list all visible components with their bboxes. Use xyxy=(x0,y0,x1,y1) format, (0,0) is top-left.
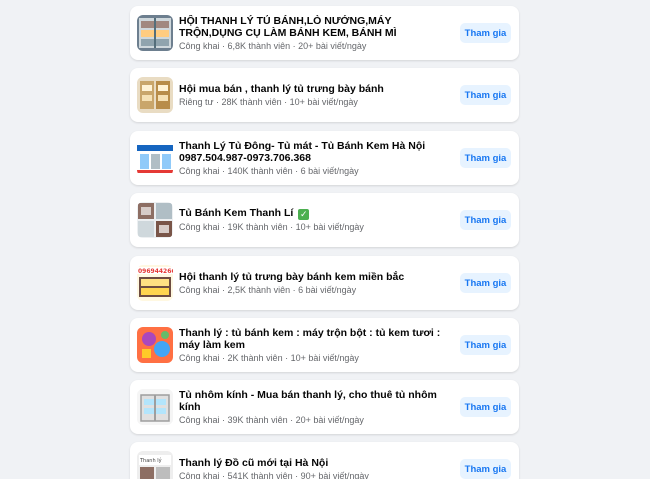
join-group-button[interactable]: Tham gia xyxy=(460,148,511,168)
group-name-text[interactable]: Tủ Bánh Kem Thanh Lí xyxy=(179,207,293,219)
group-meta: Công khai · 19K thành viên · 10+ bài viế… xyxy=(179,221,454,233)
group-info: HỘI THANH LÝ TỦ BÁNH,LÒ NƯỚNG,MÁY TRỘN,D… xyxy=(179,15,454,52)
group-card[interactable]: Tủ nhôm kính - Mua bán thanh lý, cho thu… xyxy=(130,380,519,434)
group-name[interactable]: Hội mua bán , thanh lý tủ trưng bày bánh xyxy=(179,83,454,95)
meta-separator: · xyxy=(219,470,228,479)
group-thumbnail[interactable] xyxy=(137,202,173,238)
group-name-text[interactable]: Thanh lý Đồ cũ mới tại Hà Nội xyxy=(179,457,328,469)
group-activity: 10+ bài viết/ngày xyxy=(289,96,358,107)
group-thumbnail[interactable]: 096944266 xyxy=(137,265,173,301)
group-members: 39K thành viên xyxy=(227,414,288,425)
meta-separator: · xyxy=(219,165,228,176)
group-privacy: Công khai xyxy=(179,222,220,232)
join-group-button[interactable]: Tham gia xyxy=(460,273,511,293)
group-name[interactable]: Thanh lý Đồ cũ mới tại Hà Nội xyxy=(179,457,454,469)
meta-separator: · xyxy=(219,222,228,232)
meta-separator: · xyxy=(292,165,301,176)
group-info: Hội thanh lý tủ trưng bày bánh kem miền … xyxy=(179,271,454,296)
group-info: Thanh Lý Tủ Đông- Tủ mát - Tủ Bánh Kem H… xyxy=(179,140,454,177)
group-activity: 6 bài viết/ngày xyxy=(298,284,357,295)
group-thumbnail[interactable] xyxy=(137,140,173,176)
meta-separator: · xyxy=(290,40,299,51)
join-group-button[interactable]: Tham gia xyxy=(460,459,511,479)
meta-separator: · xyxy=(282,352,291,363)
group-card[interactable]: 096944266 Hội thanh lý tủ trưng bày bánh … xyxy=(130,256,519,310)
group-name[interactable]: Tủ Bánh Kem Thanh Lí ✓ xyxy=(179,207,454,220)
group-name-text[interactable]: Thanh lý : tủ bánh kem : máy trộn bột : … xyxy=(179,327,440,351)
group-activity: 20+ bài viết/ngày xyxy=(298,40,367,51)
group-card[interactable]: Tủ Bánh Kem Thanh Lí ✓ Công khai · 19K th… xyxy=(130,193,519,247)
group-name-text[interactable]: Thanh Lý Tủ Đông- Tủ mát - Tủ Bánh Kem H… xyxy=(179,140,425,164)
check-mark-icon: ✓ xyxy=(298,209,310,220)
group-meta: Công khai · 140K thành viên · 6 bài viết… xyxy=(179,165,454,177)
join-group-button[interactable]: Tham gia xyxy=(460,335,511,355)
group-members: 28K thành viên xyxy=(221,96,282,107)
group-info: Thanh lý : tủ bánh kem : máy trộn bột : … xyxy=(179,327,454,364)
group-card[interactable]: Thanh lý : tủ bánh kem : máy trộn bột : … xyxy=(130,318,519,372)
group-privacy: Riêng tư xyxy=(179,96,214,107)
group-name-text[interactable]: Hội thanh lý tủ trưng bày bánh kem miền … xyxy=(179,271,404,283)
group-name[interactable]: Hội thanh lý tủ trưng bày bánh kem miền … xyxy=(179,271,454,283)
meta-separator: · xyxy=(213,96,222,107)
group-activity: 10+ bài viết/ngày xyxy=(290,352,359,363)
meta-separator: · xyxy=(287,414,296,425)
group-meta: Công khai · 541K thành viên · 90+ bài vi… xyxy=(179,470,454,479)
group-members: 6,8K thành viên xyxy=(227,40,291,51)
group-thumbnail[interactable] xyxy=(137,327,173,363)
group-meta: Riêng tư · 28K thành viên · 10+ bài viết… xyxy=(179,96,454,108)
group-info: Thanh lý Đồ cũ mới tại Hà Nội Công khai ·… xyxy=(179,457,454,479)
group-thumbnail[interactable] xyxy=(137,389,173,425)
group-card[interactable]: Thanh Lý Tủ Đông- Tủ mát - Tủ Bánh Kem H… xyxy=(130,131,519,185)
meta-separator: · xyxy=(290,284,299,295)
group-members: 19K thành viên xyxy=(227,222,288,232)
group-card[interactable]: HỘI THANH LÝ TỦ BÁNH,LÒ NƯỚNG,MÁY TRỘN,D… xyxy=(130,6,519,60)
group-activity: 6 bài viết/ngày xyxy=(300,165,359,176)
meta-separator: · xyxy=(219,352,228,363)
group-thumbnail[interactable] xyxy=(137,15,173,51)
group-info: Tủ nhôm kính - Mua bán thanh lý, cho thu… xyxy=(179,389,454,426)
group-info: Hội mua bán , thanh lý tủ trưng bày bánh… xyxy=(179,83,454,108)
group-name-text[interactable]: Tủ nhôm kính - Mua bán thanh lý, cho thu… xyxy=(179,389,437,413)
svg-text:096944266: 096944266 xyxy=(138,268,173,275)
group-name[interactable]: Thanh lý : tủ bánh kem : máy trộn bột : … xyxy=(179,327,454,351)
svg-text:Thanh lý: Thanh lý xyxy=(139,457,162,464)
group-thumbnail[interactable]: Thanh lý xyxy=(137,451,173,479)
group-name[interactable]: Tủ nhôm kính - Mua bán thanh lý, cho thu… xyxy=(179,389,454,413)
group-meta: Công khai · 39K thành viên · 20+ bài viế… xyxy=(179,414,454,426)
group-activity: 90+ bài viết/ngày xyxy=(300,470,369,479)
group-name-text[interactable]: Hội mua bán , thanh lý tủ trưng bày bánh xyxy=(179,83,384,95)
join-group-button[interactable]: Tham gia xyxy=(460,397,511,417)
group-privacy: Công khai xyxy=(179,414,220,425)
join-group-button[interactable]: Tham gia xyxy=(460,23,511,43)
group-name-text[interactable]: HỘI THANH LÝ TỦ BÁNH,LÒ NƯỚNG,MÁY TRỘN,D… xyxy=(179,15,397,39)
group-privacy: Công khai xyxy=(179,470,220,479)
group-members: 140K thành viên xyxy=(227,165,293,176)
join-group-button[interactable]: Tham gia xyxy=(460,210,511,230)
meta-separator: · xyxy=(292,470,301,479)
group-members: 2K thành viên xyxy=(227,352,283,363)
group-privacy: Công khai xyxy=(179,165,220,176)
group-meta: Công khai · 2,5K thành viên · 6 bài viết… xyxy=(179,284,454,296)
group-members: 541K thành viên xyxy=(227,470,293,479)
group-meta: Công khai · 6,8K thành viên · 20+ bài vi… xyxy=(179,40,454,52)
meta-separator: · xyxy=(287,222,296,232)
group-name[interactable]: HỘI THANH LÝ TỦ BÁNH,LÒ NƯỚNG,MÁY TRỘN,D… xyxy=(179,15,454,39)
group-meta: Công khai · 2K thành viên · 10+ bài viết… xyxy=(179,352,454,364)
group-privacy: Công khai xyxy=(179,40,220,51)
meta-separator: · xyxy=(219,40,228,51)
group-privacy: Công khai xyxy=(179,284,220,295)
meta-separator: · xyxy=(219,284,228,295)
group-thumbnail[interactable] xyxy=(137,77,173,113)
group-info: Tủ Bánh Kem Thanh Lí ✓ Công khai · 19K th… xyxy=(179,207,454,233)
meta-separator: · xyxy=(219,414,228,425)
group-name[interactable]: Thanh Lý Tủ Đông- Tủ mát - Tủ Bánh Kem H… xyxy=(179,140,454,164)
join-group-button[interactable]: Tham gia xyxy=(460,85,511,105)
group-activity: 20+ bài viết/ngày xyxy=(295,414,364,425)
group-activity: 10+ bài viết/ngày xyxy=(295,222,364,232)
group-members: 2,5K thành viên xyxy=(227,284,291,295)
meta-separator: · xyxy=(281,96,290,107)
group-card[interactable]: Thanh lý Thanh lý Đồ cũ mới tại Hà Nội Côn… xyxy=(130,442,519,479)
group-privacy: Công khai xyxy=(179,352,220,363)
group-card[interactable]: Hội mua bán , thanh lý tủ trưng bày bánh… xyxy=(130,68,519,122)
